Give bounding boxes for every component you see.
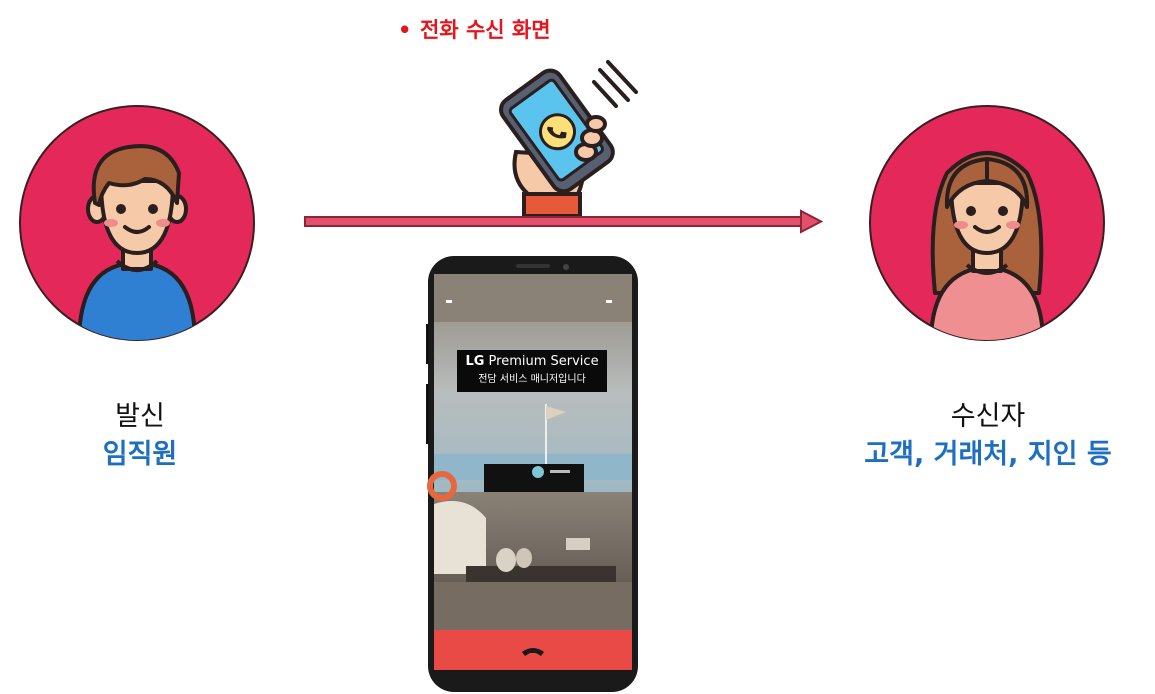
banner-brand: LG Premium Service: [457, 350, 607, 372]
incoming-call-screen: [426, 256, 638, 692]
sender-label: 발신 임직원: [40, 398, 240, 474]
title-text: 전화 수신 화면: [420, 18, 551, 42]
banner-tagline: 전담 서비스 매니저입니다: [478, 374, 586, 385]
receiver-role: 수신자: [950, 401, 1026, 432]
title-bullet: •: [398, 18, 412, 42]
receiver-label: 수신자 고객, 거래처, 지인 등: [818, 398, 1155, 474]
girl-avatar-icon: [869, 105, 1105, 341]
brand-rest: Premium Service: [484, 354, 599, 369]
receiver-who: 고객, 거래처, 지인 등: [864, 439, 1112, 470]
receiver-avatar: [867, 103, 1107, 343]
sender-role: 발신: [115, 401, 165, 432]
sender-avatar: [17, 103, 257, 343]
diagram-title: • 전화 수신 화면: [398, 14, 551, 44]
boy-avatar-icon: [19, 105, 255, 341]
brand-lg: LG: [465, 354, 485, 369]
lg-premium-service-banner: LG Premium Service 전담 서비스 매니저입니다: [457, 350, 607, 392]
ringing-phone-icon: [499, 60, 638, 216]
sender-who: 임직원: [102, 439, 178, 470]
